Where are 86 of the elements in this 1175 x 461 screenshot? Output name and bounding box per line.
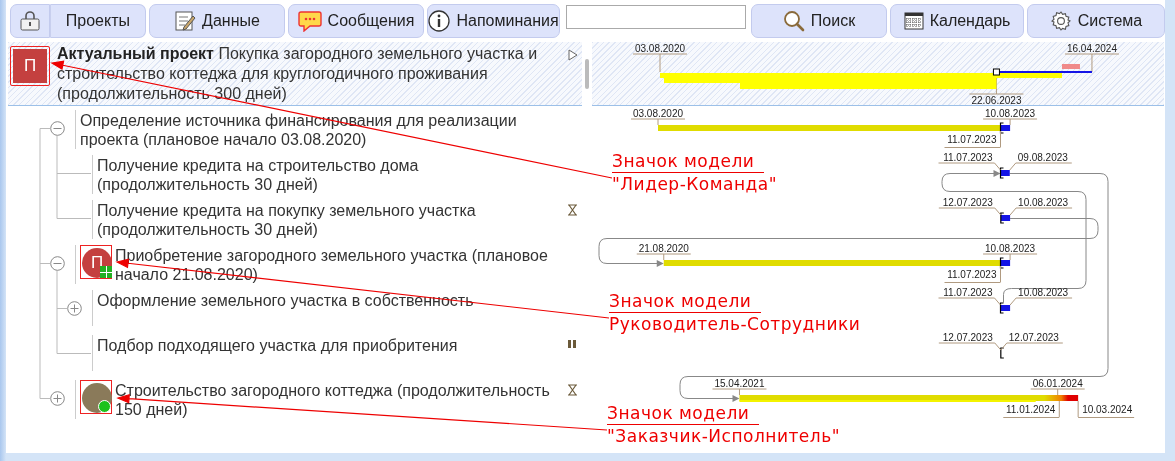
date-label: 06.01.2024 — [1032, 378, 1083, 389]
leader-line — [711, 388, 767, 396]
callout-title: Значок модели — [612, 150, 765, 173]
date-label: 16.04.2024 — [1066, 43, 1117, 54]
date-label: 15.04.2021 — [714, 378, 765, 389]
leader-line — [938, 207, 1002, 216]
toolbar-button[interactable]: Данные — [149, 4, 285, 38]
date-label: 11.07.2023 — [947, 134, 997, 145]
pencil-note-icon — [174, 10, 197, 32]
toolbar-button[interactable]: Напоминания — [427, 4, 561, 38]
callout-title: Значок модели — [607, 402, 760, 425]
leader-line — [1064, 53, 1120, 73]
gantt-bar — [1061, 64, 1080, 69]
settings-icon — [1049, 10, 1072, 32]
callout-text: "Лидер-Команда" — [612, 173, 778, 195]
toolbar-button[interactable]: Поиск — [751, 4, 888, 38]
date-label: 12.07.2023 — [1008, 332, 1059, 343]
collapse-toggle[interactable] — [50, 256, 65, 271]
remaining-bar — [1000, 305, 1011, 311]
bracket-marker — [1000, 347, 1005, 359]
bracket-marker — [999, 167, 1005, 179]
date-label: 12.07.2023 — [942, 197, 993, 208]
leader-line — [938, 297, 1001, 306]
calendar-icon — [903, 12, 924, 30]
leader-line — [938, 342, 1002, 351]
leader-line — [1009, 297, 1073, 306]
leader-line — [982, 118, 1038, 126]
bracket-marker — [999, 257, 1005, 269]
date-label: 11.07.2023 — [943, 287, 993, 298]
date-label: 10.08.2023 — [1018, 287, 1069, 298]
date-label: 09.08.2023 — [1017, 152, 1068, 163]
bracket-marker — [999, 122, 1005, 134]
remaining-bar — [1000, 170, 1010, 176]
remaining-bar — [1000, 260, 1011, 266]
date-label: 21.08.2020 — [638, 243, 689, 254]
callout-text: "Заказчик-Исполнитель" — [607, 425, 841, 447]
toolbar-button[interactable]: Система — [1027, 4, 1166, 38]
remaining-bar — [1000, 215, 1011, 221]
today-marker — [992, 68, 1000, 76]
expand-toggle[interactable] — [50, 391, 65, 406]
leader-line — [982, 253, 1038, 261]
callout-title: Значок модели — [609, 290, 762, 313]
leader-line — [1009, 207, 1073, 216]
task-label[interactable]: Получение кредита на строительство дома (продолжительность 30 дней) — [97, 155, 560, 194]
date-label: 10.08.2023 — [985, 243, 1036, 254]
toolbar-button[interactable]: Проекты — [49, 4, 146, 38]
lock-button[interactable] — [10, 4, 50, 38]
grid-badge-icon — [100, 266, 112, 278]
date-label: 10.08.2023 — [985, 108, 1036, 119]
leader-line — [630, 118, 686, 126]
search-icon — [782, 10, 805, 32]
leader-line — [636, 253, 692, 261]
task-label[interactable]: Подбор подходящего участка для приобритения — [97, 335, 458, 355]
date-label: 11.07.2023 — [947, 269, 997, 280]
search-field[interactable] — [566, 5, 747, 29]
expand-arrow-icon[interactable] — [568, 49, 578, 61]
leader-line — [632, 53, 688, 73]
date-label: 10.08.2023 — [1018, 197, 1069, 208]
toolbar-button[interactable]: Календарь — [890, 4, 1025, 38]
leader-line — [1058, 400, 1060, 418]
speech-bubble-icon — [297, 10, 322, 32]
date-label: 11.07.2023 — [943, 152, 993, 163]
expand-toggle[interactable] — [67, 301, 82, 316]
info-icon — [428, 10, 451, 32]
splitter-handle[interactable] — [585, 59, 589, 89]
date-label: 03.08.2020 — [632, 108, 684, 119]
task-label[interactable]: Строительство загородного коттеджа (продолжительность 150 дней) — [115, 380, 560, 419]
toolbar-button[interactable]: Сообщения — [288, 4, 424, 38]
leader-line — [1000, 342, 1064, 351]
date-label: 11.01.2024 — [1006, 404, 1056, 415]
collapse-toggle[interactable] — [50, 121, 65, 136]
date-label: 10.03.2024 — [1082, 404, 1133, 415]
date-label: 12.07.2023 — [942, 332, 993, 343]
callout-text: Руководитель-Сотрудники — [609, 313, 861, 335]
date-label: 03.08.2020 — [634, 43, 686, 54]
leader-line — [1009, 162, 1073, 171]
leader-line — [1030, 388, 1086, 396]
lock-icon — [18, 11, 41, 31]
task-label[interactable]: Получение кредита на покупку земельного участка (продолжительность 30 дней) — [97, 200, 560, 239]
bracket-marker — [1000, 212, 1005, 224]
project-avatar: П — [10, 46, 50, 86]
task-label[interactable]: Оформление земельного участка в собственность — [97, 290, 474, 310]
remaining-bar — [1000, 125, 1011, 131]
leader-line — [938, 162, 1001, 171]
date-label: 22.06.2023 — [971, 95, 1022, 106]
bracket-marker — [999, 302, 1005, 314]
